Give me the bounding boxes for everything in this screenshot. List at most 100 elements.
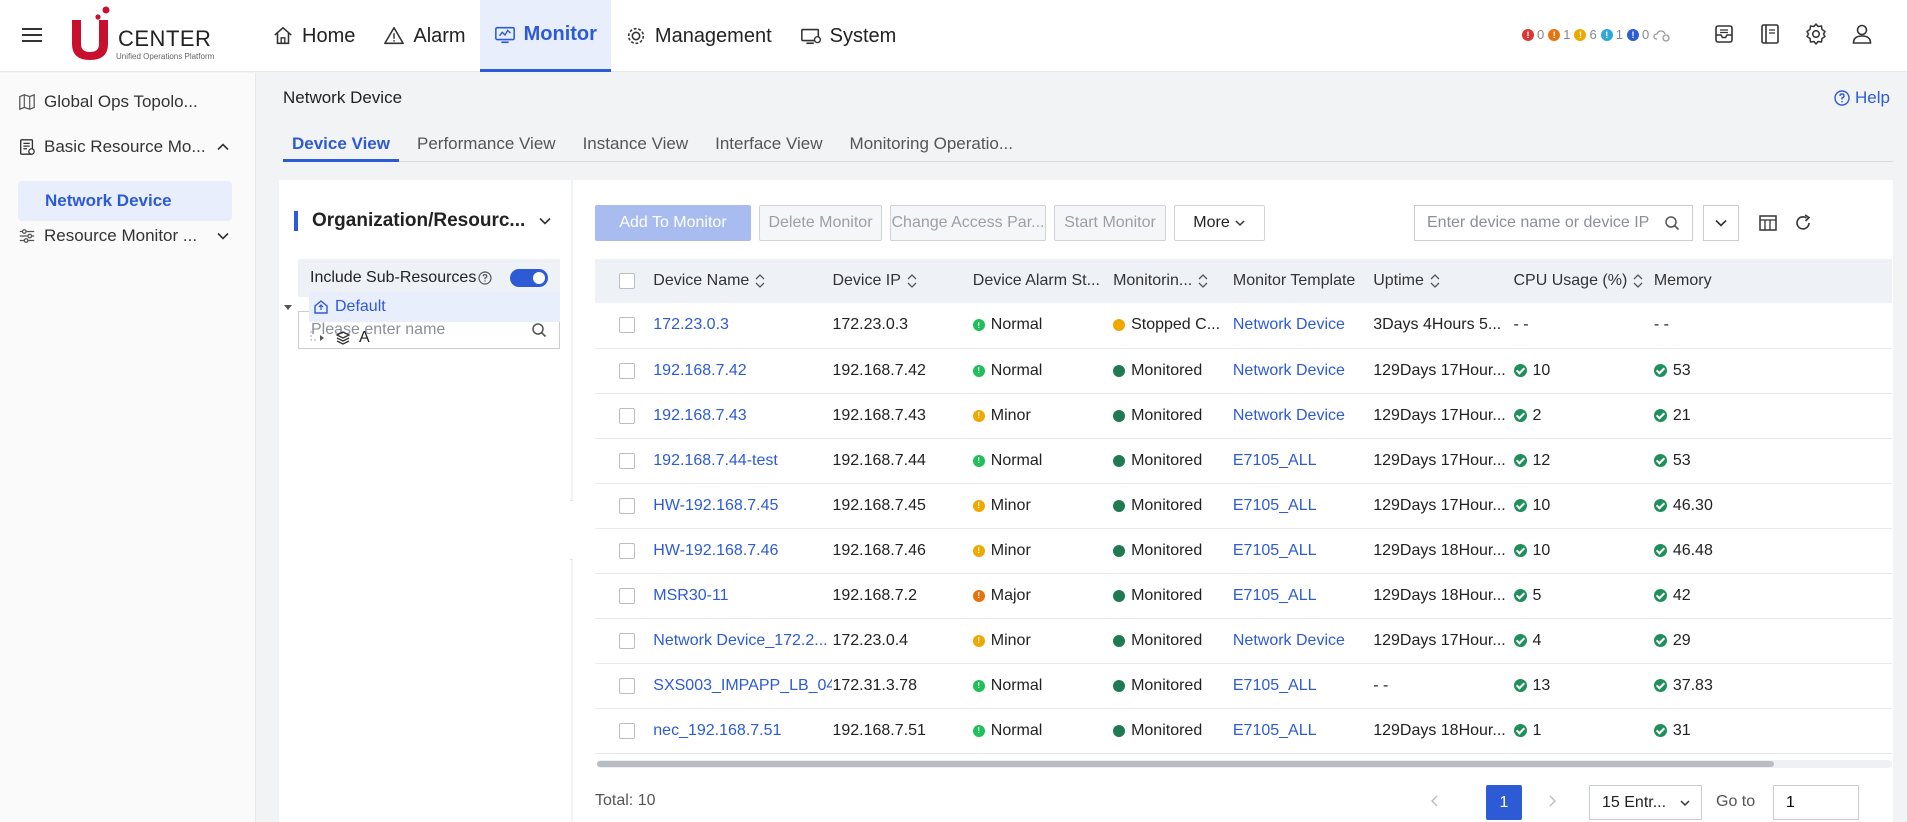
- tree-node-default[interactable]: Default: [309, 292, 560, 322]
- page-1-button[interactable]: 1: [1486, 785, 1522, 820]
- monitor-template-link[interactable]: Network Device: [1233, 632, 1345, 649]
- more-button[interactable]: More: [1174, 205, 1265, 241]
- row-checkbox[interactable]: [619, 632, 635, 649]
- advanced-search-toggle[interactable]: [1703, 205, 1739, 241]
- row-checkbox[interactable]: [619, 407, 635, 424]
- chevron-left-icon[interactable]: [1428, 794, 1442, 808]
- table-row[interactable]: nec_192.168.7.51 192.168.7.51! Normal Monit…: [595, 708, 1892, 753]
- alarm-counter[interactable]: ! 0: [1522, 27, 1544, 42]
- sort-icon[interactable]: [1430, 273, 1440, 288]
- tab-instance-view[interactable]: Instance View: [574, 126, 698, 162]
- monitor-template-link[interactable]: Network Device: [1233, 362, 1345, 379]
- nav-home[interactable]: Home: [258, 0, 369, 72]
- row-checkbox[interactable]: [619, 317, 635, 334]
- alarm-counter[interactable]: ! 0: [1626, 27, 1649, 42]
- inbox-icon[interactable]: [1712, 22, 1736, 46]
- device-search-input[interactable]: [1427, 214, 1664, 232]
- device-name-link[interactable]: nec_192.168.7.51: [653, 722, 781, 739]
- nav-monitor[interactable]: Monitor: [479, 0, 611, 72]
- device-name-link[interactable]: 192.168.7.43: [653, 407, 746, 424]
- monitor-template-link[interactable]: E7105_ALL: [1233, 677, 1317, 694]
- sort-icon[interactable]: [1633, 273, 1643, 288]
- row-checkbox[interactable]: [619, 722, 635, 739]
- book-icon[interactable]: [1758, 22, 1782, 46]
- table-row[interactable]: HW-192.168.7.45 192.168.7.45! Minor Monitor…: [595, 483, 1892, 528]
- user-icon[interactable]: [1850, 22, 1874, 46]
- table-row[interactable]: SXS003_IMPAPP_LB_04 172.31.3.78! Normal Mon…: [595, 663, 1892, 708]
- include-sub-resources-toggle[interactable]: [510, 269, 548, 287]
- table-row[interactable]: 192.168.7.44-test 192.168.7.44! Normal Moni…: [595, 438, 1892, 483]
- alarm-counters[interactable]: ! 0! 1! 6! 1! 0: [1522, 27, 1671, 42]
- tab-interface-view[interactable]: Interface View: [706, 126, 831, 162]
- scrollbar-thumb[interactable]: [597, 761, 1774, 767]
- row-checkbox[interactable]: [619, 677, 635, 694]
- tab-device-view[interactable]: Device View: [283, 126, 399, 162]
- cloud-settings-icon[interactable]: [1653, 28, 1671, 42]
- table-row[interactable]: 192.168.7.43 192.168.7.43! Minor Monitored N…: [595, 393, 1892, 438]
- sort-icon[interactable]: [1198, 273, 1208, 288]
- start-monitor-button[interactable]: Start Monitor: [1054, 205, 1166, 241]
- row-checkbox[interactable]: [619, 542, 635, 559]
- column-header-device-alarm-status[interactable]: Device Alarm St...: [973, 259, 1113, 303]
- row-checkbox[interactable]: [619, 452, 635, 469]
- sidebar-item-global-ops-topology[interactable]: Global Ops Topolo...: [18, 82, 248, 122]
- device-name-link[interactable]: HW-192.168.7.46: [653, 542, 778, 559]
- delete-monitor-button[interactable]: Delete Monitor: [759, 205, 882, 241]
- sort-icon[interactable]: [755, 273, 765, 288]
- table-row[interactable]: MSR30-11 192.168.7.2! Major Monitored E7105_…: [595, 573, 1892, 618]
- chevron-right-icon[interactable]: [1545, 794, 1559, 808]
- row-checkbox[interactable]: [619, 497, 635, 514]
- question-circle-icon[interactable]: [478, 271, 492, 285]
- column-header-device-ip[interactable]: Device IP: [832, 259, 972, 303]
- device-name-link[interactable]: 172.23.0.3: [653, 316, 729, 333]
- alarm-counter[interactable]: ! 6: [1574, 27, 1597, 42]
- alarm-counter[interactable]: ! 1: [1548, 27, 1570, 42]
- monitor-template-link[interactable]: E7105_ALL: [1233, 497, 1317, 514]
- column-header-memory[interactable]: Memory: [1654, 259, 1892, 303]
- table-row[interactable]: Network Device_172.2... 172.23.0.4! Minor M…: [595, 618, 1892, 663]
- page-size-select[interactable]: 15 Entr...: [1589, 785, 1702, 820]
- select-all-checkbox[interactable]: [619, 273, 635, 289]
- row-checkbox[interactable]: [619, 362, 635, 379]
- gear-icon[interactable]: [1804, 22, 1828, 46]
- chevron-up-icon[interactable]: [216, 140, 230, 154]
- monitor-template-link[interactable]: E7105_ALL: [1233, 452, 1317, 469]
- monitor-template-link[interactable]: Network Device: [1233, 407, 1345, 424]
- column-settings-icon[interactable]: [1758, 213, 1778, 233]
- column-header-monitor-template[interactable]: Monitor Template: [1233, 259, 1373, 303]
- monitor-template-link[interactable]: E7105_ALL: [1233, 587, 1317, 604]
- change-access-params-button[interactable]: Change Access Par...: [890, 205, 1046, 241]
- column-header-monitoring-status[interactable]: Monitorin...: [1113, 259, 1233, 303]
- monitor-template-link[interactable]: Network Device: [1233, 316, 1345, 333]
- refresh-icon[interactable]: [1793, 213, 1813, 233]
- sidebar-item-network-device[interactable]: Network Device: [18, 181, 232, 221]
- nav-alarm[interactable]: Alarm: [369, 0, 479, 72]
- sort-icon[interactable]: [907, 273, 917, 288]
- device-name-link[interactable]: MSR30-11: [653, 587, 728, 604]
- menu-icon[interactable]: [20, 23, 44, 47]
- panel-header[interactable]: Organization/Resourc...: [294, 208, 564, 234]
- column-header-cpu-usage[interactable]: CPU Usage (%): [1514, 259, 1654, 303]
- table-row[interactable]: 192.168.7.42 192.168.7.42! Normal Monitored…: [595, 348, 1892, 393]
- table-row[interactable]: HW-192.168.7.46 192.168.7.46! Minor Monitor…: [595, 528, 1892, 573]
- tab-performance-view[interactable]: Performance View: [408, 126, 565, 162]
- column-header-uptime[interactable]: Uptime: [1373, 259, 1513, 303]
- nav-system[interactable]: System: [786, 0, 911, 72]
- device-name-link[interactable]: Network Device_172.2...: [653, 632, 827, 649]
- chevron-down-icon[interactable]: [216, 229, 230, 243]
- alarm-counter[interactable]: ! 1: [1600, 27, 1623, 42]
- help-link[interactable]: Help: [1834, 88, 1890, 108]
- device-name-link[interactable]: SXS003_IMPAPP_LB_04: [653, 677, 832, 694]
- monitor-template-link[interactable]: E7105_ALL: [1233, 722, 1317, 739]
- table-row[interactable]: 172.23.0.3 172.23.0.3! Normal Stopped C... N…: [595, 303, 1892, 348]
- device-name-link[interactable]: 192.168.7.42: [653, 362, 746, 379]
- goto-page-input[interactable]: [1773, 785, 1859, 820]
- device-name-link[interactable]: HW-192.168.7.45: [653, 497, 778, 514]
- search-icon[interactable]: [1664, 215, 1680, 231]
- chevron-down-icon[interactable]: [538, 214, 552, 228]
- brand-logo[interactable]: CENTER Unified Operations Platform: [68, 6, 248, 66]
- column-header-device-name[interactable]: Device Name: [653, 259, 832, 303]
- caret-down-icon[interactable]: [283, 302, 293, 312]
- sidebar-item-resource-monitor[interactable]: Resource Monitor ...: [18, 216, 248, 256]
- nav-management[interactable]: Management: [611, 0, 786, 72]
